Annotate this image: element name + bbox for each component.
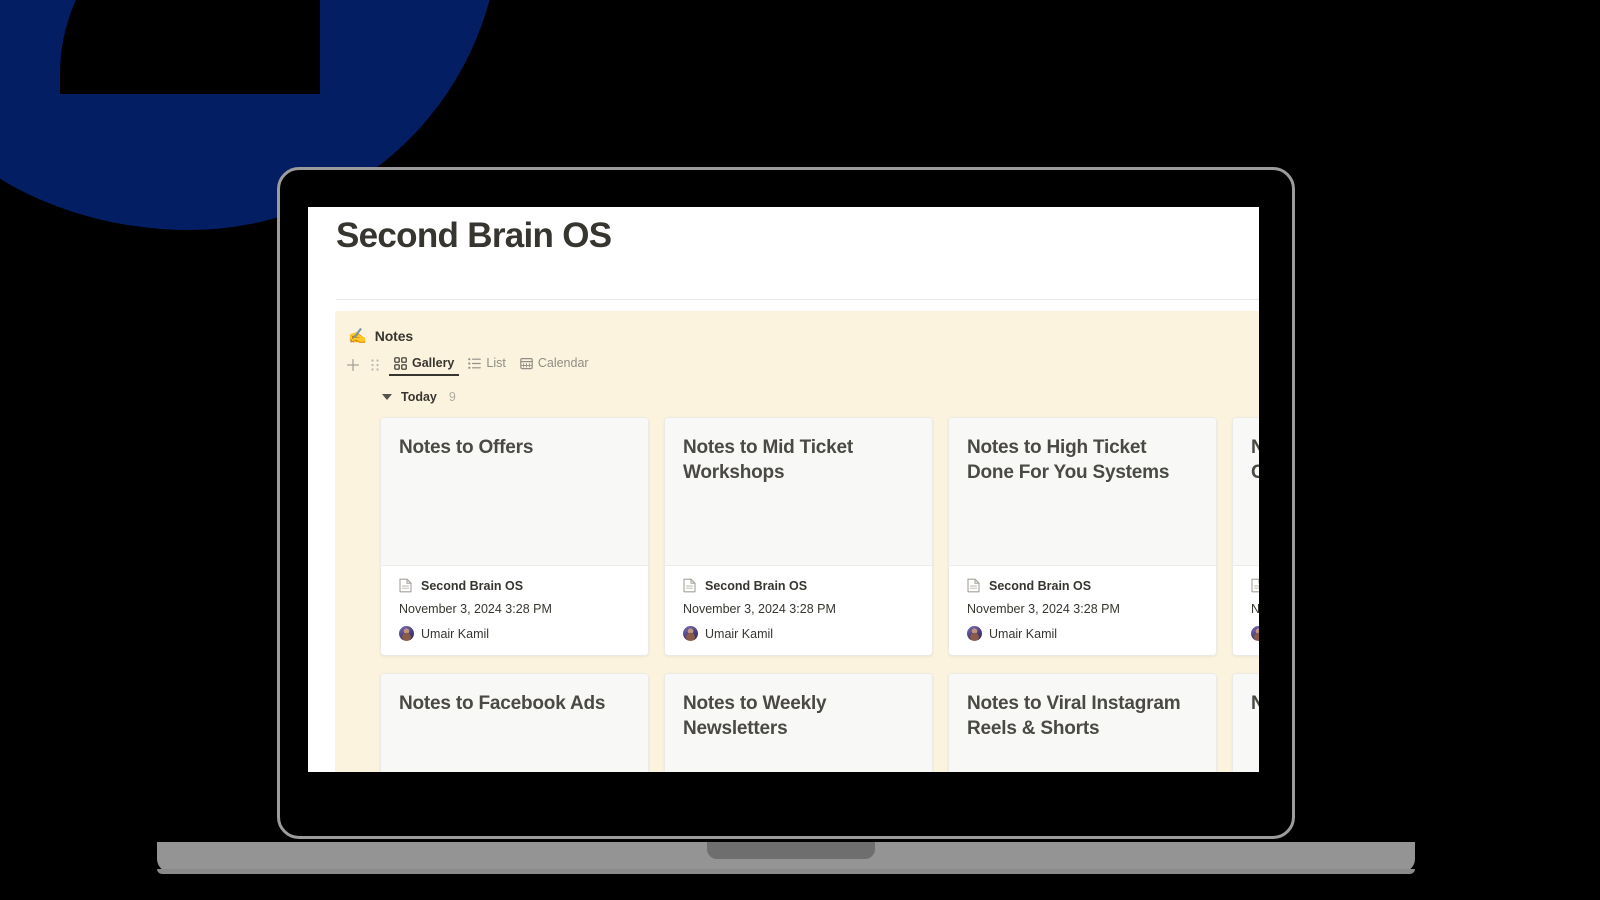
writing-hand-emoji: ✍️ — [348, 327, 367, 345]
page-divider — [336, 299, 1259, 300]
drag-handle-icon[interactable] — [365, 355, 385, 375]
card-cover: Notes to Mid Ticket Workshops — [665, 418, 932, 566]
group-label: Today — [401, 390, 437, 404]
page-document-icon — [967, 578, 980, 593]
card-cover: Notes to YouTube Shorts — [1233, 674, 1259, 772]
card-person-name: Umair Kamil — [705, 626, 774, 641]
avatar — [967, 626, 982, 641]
tab-list-label: List — [486, 356, 506, 370]
card-relation-label: Second Brain OS — [989, 578, 1092, 593]
gallery-grid-icon — [394, 356, 407, 370]
laptop-screen: Second Brain OS ✍️ Notes Gallery List Ca… — [308, 207, 1259, 772]
card-title: Notes to Mid Ticket Workshops — [683, 437, 854, 484]
card-cover: Notes to Low Ticket Courses — [1233, 418, 1259, 566]
group-header-today[interactable]: Today 9 — [335, 376, 1259, 404]
gallery-card[interactable]: Notes to Mid Ticket Workshops Second Bra… — [664, 417, 933, 656]
page-title: Second Brain OS — [336, 216, 612, 255]
card-body: Second Brain OS November 3, 2024 3:28 PM… — [665, 566, 932, 655]
card-relation: Second Brain OS — [683, 578, 914, 593]
page-document-icon — [399, 578, 412, 593]
card-title: Notes to High Ticket Done For You System… — [967, 437, 1170, 484]
database-title[interactable]: Notes — [375, 328, 414, 344]
card-title: Notes to YouTube Shorts — [1251, 691, 1259, 716]
database-header: ✍️ Notes — [335, 311, 1259, 344]
tab-calendar[interactable]: Calendar — [513, 353, 596, 376]
card-title: Notes to Facebook Ads — [399, 693, 606, 714]
card-title: Notes to Weekly Newsletters — [683, 693, 827, 740]
laptop-mockup: Second Brain OS ✍️ Notes Gallery List Ca… — [157, 167, 1415, 874]
database-panel: ✍️ Notes Gallery List Calendar Today 9 N… — [335, 311, 1259, 772]
card-relation: Second Brain OS — [399, 578, 630, 593]
tab-list[interactable]: List — [461, 353, 512, 376]
card-cover: Notes to Facebook Ads — [381, 674, 648, 772]
laptop-base-lip — [157, 869, 1415, 874]
calendar-icon — [520, 357, 533, 370]
group-count: 9 — [448, 390, 456, 404]
gallery-card[interactable]: Notes to Weekly Newsletters — [664, 673, 933, 772]
gallery-card[interactable]: Notes to Low Ticket Courses — [1232, 417, 1259, 656]
card-body: Second Brain OS November 3, 2024 3:28 PM… — [381, 566, 648, 655]
card-date: November 3, 2024 3:28 PM — [399, 602, 552, 616]
plus-icon[interactable] — [343, 355, 363, 375]
card-person: Umair Kamil — [1251, 626, 1259, 641]
list-icon — [468, 357, 482, 370]
card-relation: Second Brain OS — [1251, 578, 1259, 593]
card-person: Umair Kamil — [399, 626, 630, 641]
card-relation-label: Second Brain OS — [705, 578, 808, 593]
card-person-name: Umair Kamil — [989, 626, 1058, 641]
tab-calendar-label: Calendar — [537, 356, 589, 370]
card-person: Umair Kamil — [967, 626, 1198, 641]
tab-gallery[interactable]: Gallery — [387, 353, 461, 376]
card-title: Notes to Viral Instagram Reels & Shorts — [967, 693, 1181, 740]
gallery-grid: Notes to Offers Second Brain OS November… — [335, 404, 1259, 772]
gallery-card[interactable]: Notes to High Ticket Done For You System… — [948, 417, 1217, 656]
laptop-base-notch — [707, 842, 875, 859]
database-toolbar: Gallery List Calendar — [335, 344, 1259, 376]
card-cover: Notes to Weekly Newsletters — [665, 674, 932, 772]
card-body: Second Brain OS November 3, 2024 3:28 PM… — [949, 566, 1216, 655]
card-cover: Notes to High Ticket Done For You System… — [949, 418, 1216, 566]
card-person-name: Umair Kamil — [421, 626, 490, 641]
card-title: Notes to Low Ticket Courses — [1251, 435, 1259, 486]
card-cover: Notes to Offers — [381, 418, 648, 566]
page-document-icon — [683, 578, 696, 593]
tab-gallery-label: Gallery — [412, 356, 455, 370]
card-date: November 3, 2024 3:28 PM — [1251, 602, 1259, 616]
screenshot-stage: Second Brain OS ✍️ Notes Gallery List Ca… — [0, 0, 1600, 900]
gallery-card[interactable]: Notes to Viral Instagram Reels & Shorts — [948, 673, 1217, 772]
gallery-card[interactable]: Notes to YouTube Shorts — [1232, 673, 1259, 772]
chevron-down-icon[interactable] — [382, 394, 392, 400]
card-person: Umair Kamil — [683, 626, 914, 641]
page-document-icon — [1251, 578, 1259, 593]
avatar — [683, 626, 698, 641]
gallery-card[interactable]: Notes to Facebook Ads — [380, 673, 649, 772]
card-relation: Second Brain OS — [967, 578, 1198, 593]
card-date: November 3, 2024 3:28 PM — [683, 602, 836, 616]
card-body: Second Brain OS November 3, 2024 3:28 PM… — [1233, 566, 1259, 655]
gallery-card[interactable]: Notes to Offers Second Brain OS November… — [380, 417, 649, 656]
card-title: Notes to Offers — [399, 437, 534, 458]
card-date: November 3, 2024 3:28 PM — [967, 602, 1120, 616]
avatar — [1251, 626, 1259, 641]
card-cover: Notes to Viral Instagram Reels & Shorts — [949, 674, 1216, 772]
avatar — [399, 626, 414, 641]
card-relation-label: Second Brain OS — [421, 578, 524, 593]
